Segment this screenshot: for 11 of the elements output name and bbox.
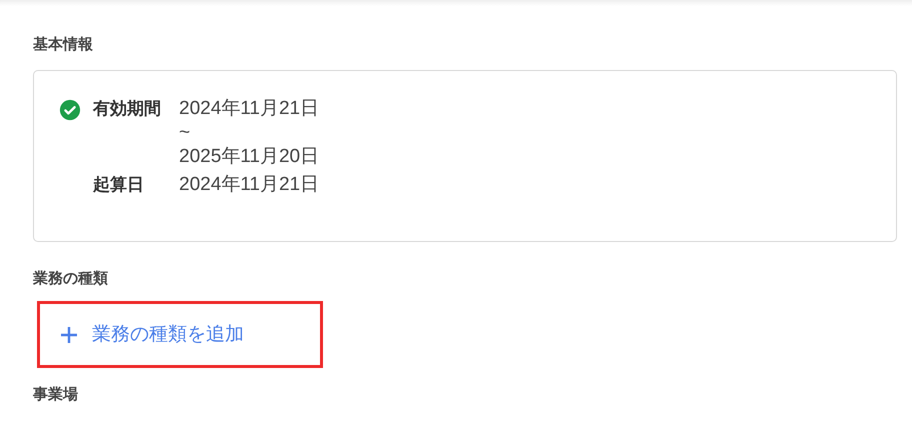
field-value: 2025年11月20日 bbox=[179, 145, 320, 169]
plus-icon bbox=[60, 326, 78, 344]
field-value: 2024年11月21日 bbox=[179, 173, 320, 197]
section-heading: 基本情報 bbox=[33, 34, 93, 54]
field-label: 有効期間 bbox=[93, 98, 161, 121]
section-heading: 業務の種類 bbox=[33, 268, 108, 288]
field-value: 2024年11月21日 bbox=[179, 97, 320, 121]
field-value: ~ bbox=[179, 121, 190, 145]
section-heading: 事業場 bbox=[33, 384, 78, 404]
add-business-type-button[interactable]: 業務の種類を追加 bbox=[37, 301, 323, 368]
field-label: 起算日 bbox=[93, 174, 144, 197]
